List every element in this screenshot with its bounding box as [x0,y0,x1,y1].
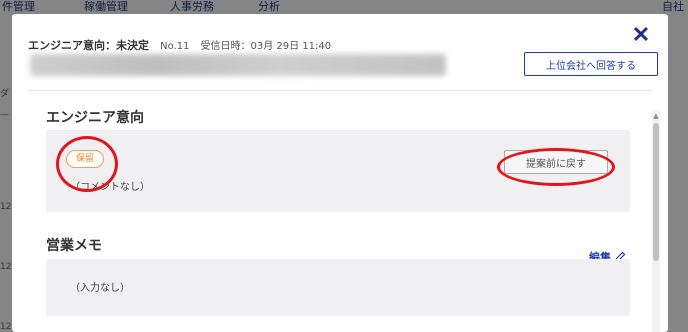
sales-memo-panel: （入力なし） [46,259,630,316]
sales-memo-heading: 営業メモ [46,238,102,254]
reply-to-upper-company-button[interactable]: 上位会社へ回答する [524,52,658,76]
intent-comment: （コメントなし） [70,182,150,193]
modal-scrollbar[interactable]: ▲ [652,111,660,332]
status-badge: 保留 [66,150,105,168]
modal-title: エンジニア意向：未決定 [28,39,149,52]
sales-memo-content: （入力なし） [70,283,130,294]
blurred-email-address [30,54,446,76]
modal-number: No.11 [160,41,190,52]
modal-title-row: エンジニア意向：未決定 No.11 受信日時：03月 29日 11:40 [28,34,331,53]
response-modal: エンジニア意向：未決定 No.11 受信日時：03月 29日 11:40 ✕ 上… [12,14,668,332]
close-icon[interactable]: ✕ [630,24,652,46]
modal-header: エンジニア意向：未決定 No.11 受信日時：03月 29日 11:40 ✕ 上… [12,14,668,90]
scroll-up-icon[interactable]: ▲ [652,111,660,121]
modal-body: エンジニア意向 保留 （コメントなし） 提案前に戻す 営業メモ 編集 （入力なし… [12,91,668,332]
revert-to-pre-proposal-button[interactable]: 提案前に戻す [504,150,608,174]
scrollbar-thumb[interactable] [653,123,659,261]
modal-received-datetime: 受信日時：03月 29日 11:40 [200,41,332,52]
engineer-intent-heading: エンジニア意向 [46,110,144,126]
engineer-intent-panel: 保留 （コメントなし） 提案前に戻す [46,130,630,212]
